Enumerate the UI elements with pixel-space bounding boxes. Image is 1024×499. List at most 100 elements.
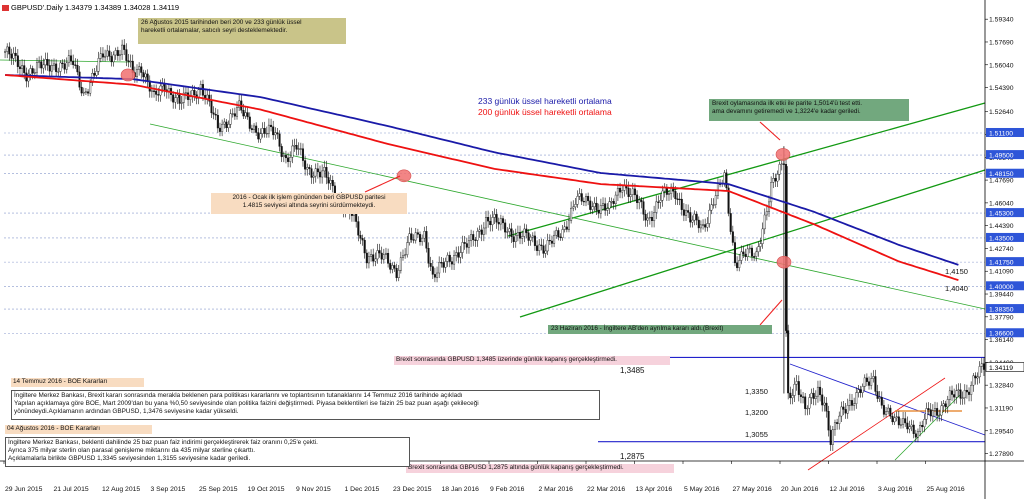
long-downtrend-line [149,123,986,310]
candle-body [484,217,487,229]
candle-body [870,378,873,386]
candle-body [763,214,766,230]
candle-body [838,415,841,424]
ohlc-values: 1.34379 1.34389 1.34028 1.34119 [64,3,180,12]
candle-body [276,132,279,135]
candle-body [10,53,13,59]
time-tick-label: 3 Aug 2016 [878,486,913,493]
candle-body [933,408,937,411]
candle-body [50,65,53,72]
candle-body [114,50,117,56]
candle-body [448,254,451,262]
candle-body [14,52,17,56]
candle-body [472,234,475,241]
candle-body [499,218,502,225]
candle-body [627,187,630,197]
candle-body [697,219,700,229]
candle-body [848,400,851,406]
candle-body [519,232,522,239]
candle-body [180,102,183,104]
candle-body [463,242,466,244]
candle-body [76,65,79,73]
candle-body [257,132,260,140]
candle-body [621,190,624,193]
candle-body [59,62,62,72]
candle-body [780,163,783,165]
price-tick-label: 1.42740 [989,246,1014,253]
candle-body [608,201,611,209]
candle-body [293,145,296,147]
candle-body [868,381,871,386]
candle-body [174,97,177,103]
candle-body [146,73,149,81]
candle-body [953,394,956,398]
candle-body [902,418,905,425]
candle-body [138,66,141,70]
candle-body [48,65,51,72]
note-brexit-12875: Brexit sonrasında GBPUSD 1,2875 altında … [406,464,674,473]
candle-body [178,94,181,104]
candle-body [87,91,90,94]
candle-body [906,422,909,430]
candle-body [284,155,287,159]
candle-body [225,121,228,129]
candle-body [978,366,981,378]
candle-body [327,177,330,184]
candle-body [550,240,553,244]
candle-body [44,59,47,66]
candle-body [297,148,300,150]
symbol-label: GBPUSD'.Daily [11,3,63,12]
candle-body [797,381,800,395]
candle-body [795,381,798,385]
candle-body [455,252,458,256]
candle-body [433,274,436,278]
candle-body [531,235,534,238]
candle-body [916,431,919,438]
time-tick-label: 5 May 2016 [684,486,720,493]
candle-body [523,228,526,237]
candle-body [706,223,709,228]
candle-body [597,210,600,214]
time-tick-label: 25 Aug 2016 [927,486,965,493]
price-tag-label: 1.36600 [989,331,1014,338]
candle-body [176,94,179,98]
candle-body [538,244,541,251]
candle-body [827,411,830,431]
candle-body [414,232,417,241]
candle-body [8,46,11,55]
candle-body [882,405,885,415]
candle-body [599,205,602,214]
pointer-jan2016 [364,175,401,193]
candle-body [512,236,515,242]
price-tick-label: 1.59340 [989,17,1014,24]
candle-body [144,73,147,78]
candle-body [299,148,302,150]
candle-body [357,221,360,236]
candle-body [850,400,854,406]
candle-body [840,406,843,417]
candle-body [291,145,294,158]
candle-body [274,132,277,136]
candle-body [374,258,377,262]
candle-body [567,220,570,230]
candle-body [127,60,130,62]
note-boe-jul-title: 14 Temmuz 2016 - BOE Kararları [11,378,144,387]
candle-body [450,261,453,265]
candle-body [301,148,304,161]
price-tick-label: 1.44390 [989,223,1014,230]
candle-body [919,425,922,432]
candle-body [89,82,92,94]
gbpusd-daily-chart: 1.593401.576901.560401.543901.526401.509… [0,0,1024,499]
candle-body [582,200,585,203]
price-tick-label: 1.47690 [989,178,1014,185]
price-tag-label: 1.51100 [989,130,1013,137]
candle-body [67,55,70,63]
candle-body [282,155,285,157]
candle-body [502,218,505,224]
candle-body [914,433,917,438]
candle-body [616,187,619,196]
candle-body [384,252,387,256]
candle-body [819,386,822,396]
candle-body [904,418,907,424]
candle-body [714,195,717,205]
